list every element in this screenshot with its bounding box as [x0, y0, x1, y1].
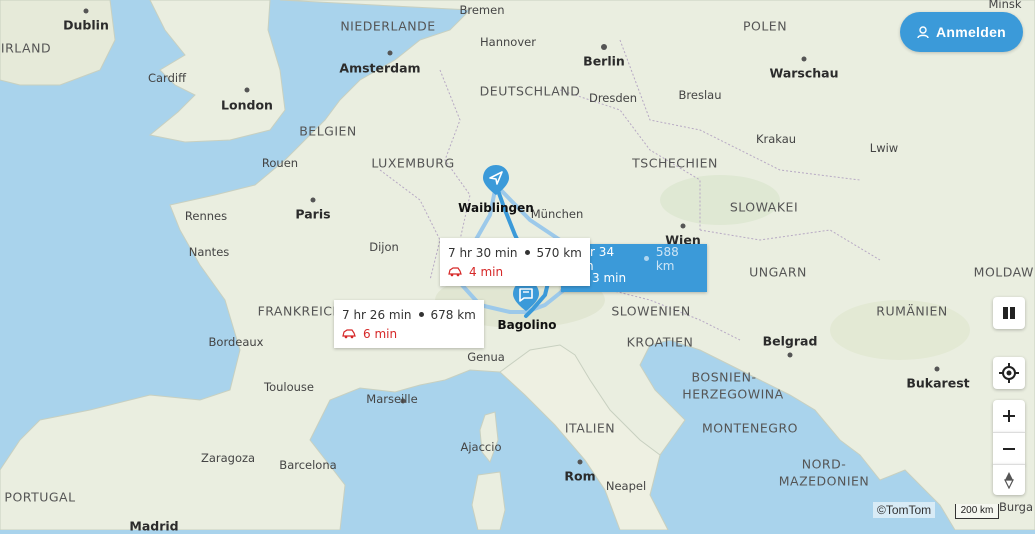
- route-summary-1[interactable]: 7 hr 30 min 570 km 4 min: [440, 238, 590, 286]
- country-label: BELGIEN: [299, 123, 357, 139]
- country-label: IRLAND: [0, 40, 52, 56]
- city-label: Amsterdam: [339, 60, 421, 76]
- user-icon: [917, 25, 929, 38]
- route-summary-3[interactable]: 7 hr 26 min 678 km 6 min: [334, 300, 484, 348]
- zoom-in-button[interactable]: [993, 400, 1025, 432]
- route-time: 7 hr 30 min: [448, 245, 518, 260]
- town-label: Lwiw: [869, 141, 899, 155]
- town-label: Hannover: [480, 35, 536, 49]
- country-label: LUXEMBURG: [371, 155, 455, 171]
- town-label: Rouen: [261, 156, 299, 170]
- start-pin-icon[interactable]: [481, 164, 511, 196]
- zoom-out-button[interactable]: [993, 432, 1025, 465]
- city-label: Belgrad: [762, 333, 818, 349]
- country-label: MAZEDONIEN: [778, 473, 870, 489]
- city-label: Paris: [295, 206, 331, 222]
- country-label: KROATIEN: [626, 334, 694, 350]
- town-label: Cardiff: [147, 71, 187, 85]
- route-place-label[interactable]: Waiblingen: [458, 201, 534, 215]
- country-label: SLOWENIEN: [611, 303, 691, 319]
- town-label: Marseille: [366, 392, 418, 406]
- sardinia-land: [471, 471, 506, 530]
- traffic-car-icon: [342, 328, 356, 338]
- town-label: Breslau: [678, 88, 722, 102]
- route-time: 7 hr 26 min: [342, 307, 412, 322]
- town-label: Minsk: [988, 0, 1022, 11]
- login-label: Anmelden: [935, 24, 1007, 40]
- route-distance: 588 km: [655, 244, 679, 273]
- city-label: Dublin: [63, 17, 109, 33]
- country-label: HERZEGOWINA: [682, 386, 784, 402]
- scale-bar: 200 km: [955, 504, 999, 519]
- zoom-out-icon: [1003, 448, 1015, 450]
- town-label: Neapel: [605, 479, 647, 493]
- town-label: Bordeaux: [208, 335, 264, 349]
- country-label: NORD-: [801, 456, 847, 472]
- country-label: FRANKREICH: [257, 303, 343, 319]
- country-label: TSCHECHIEN: [632, 155, 718, 171]
- compass-icon: [1004, 472, 1014, 489]
- login-button[interactable]: Anmelden: [900, 12, 1023, 52]
- layers-button[interactable]: [993, 297, 1025, 329]
- city-label: London: [221, 97, 273, 113]
- country-label: POLEN: [742, 18, 788, 34]
- city-label: Warschau: [769, 65, 839, 81]
- country-label: DEUTSCHLAND: [479, 83, 581, 99]
- country-label: BOSNIEN-: [691, 369, 757, 385]
- town-label: Rennes: [184, 209, 228, 223]
- route-delay: 6 min: [363, 326, 398, 341]
- town-label: München: [530, 207, 584, 221]
- town-label: Dijon: [369, 240, 399, 254]
- country-label: NIEDERLANDE: [340, 18, 436, 34]
- separator-dot: [524, 250, 530, 255]
- zoom-in-icon: [1003, 410, 1015, 422]
- town-label: Burga: [998, 500, 1034, 514]
- country-label: SLOWAKEI: [729, 199, 799, 215]
- town-label: Krakau: [755, 132, 797, 146]
- separator-dot: [644, 256, 649, 261]
- town-label: Ajaccio: [460, 440, 502, 454]
- country-label: RUMÄNIEN: [876, 303, 948, 319]
- country-label: ITALIEN: [564, 420, 616, 436]
- town-label: Genua: [467, 350, 505, 364]
- layers-icon: [1003, 307, 1015, 319]
- city-label: Rom: [564, 468, 596, 484]
- city-label: Madrid: [129, 518, 179, 534]
- town-label: Dresden: [588, 91, 638, 105]
- town-label: Bremen: [459, 3, 505, 17]
- traffic-car-icon: [448, 266, 462, 276]
- town-label: Toulouse: [264, 380, 314, 394]
- route-distance: 678 km: [430, 307, 476, 322]
- city-label: Berlin: [583, 53, 625, 69]
- route-delay: 3 min: [592, 270, 627, 285]
- route-place-label[interactable]: Bagolino: [497, 318, 556, 332]
- town-label: Barcelona: [279, 458, 337, 472]
- separator-dot: [418, 312, 424, 317]
- locate-icon: [999, 363, 1019, 383]
- country-label: MONTENEGRO: [702, 420, 798, 436]
- compass-button[interactable]: [993, 464, 1025, 495]
- town-label: Zaragoza: [200, 451, 256, 465]
- city-label: Bukarest: [906, 375, 970, 391]
- country-label: PORTUGAL: [4, 489, 76, 505]
- route-delay: 4 min: [469, 264, 504, 279]
- town-label: Nantes: [188, 245, 230, 259]
- country-label: MOLDAWIEN: [973, 264, 1035, 280]
- attribution[interactable]: ©TomTom: [873, 502, 936, 518]
- route-distance: 570 km: [536, 245, 582, 260]
- country-label: UNGARN: [749, 264, 807, 280]
- locate-button[interactable]: [993, 357, 1025, 389]
